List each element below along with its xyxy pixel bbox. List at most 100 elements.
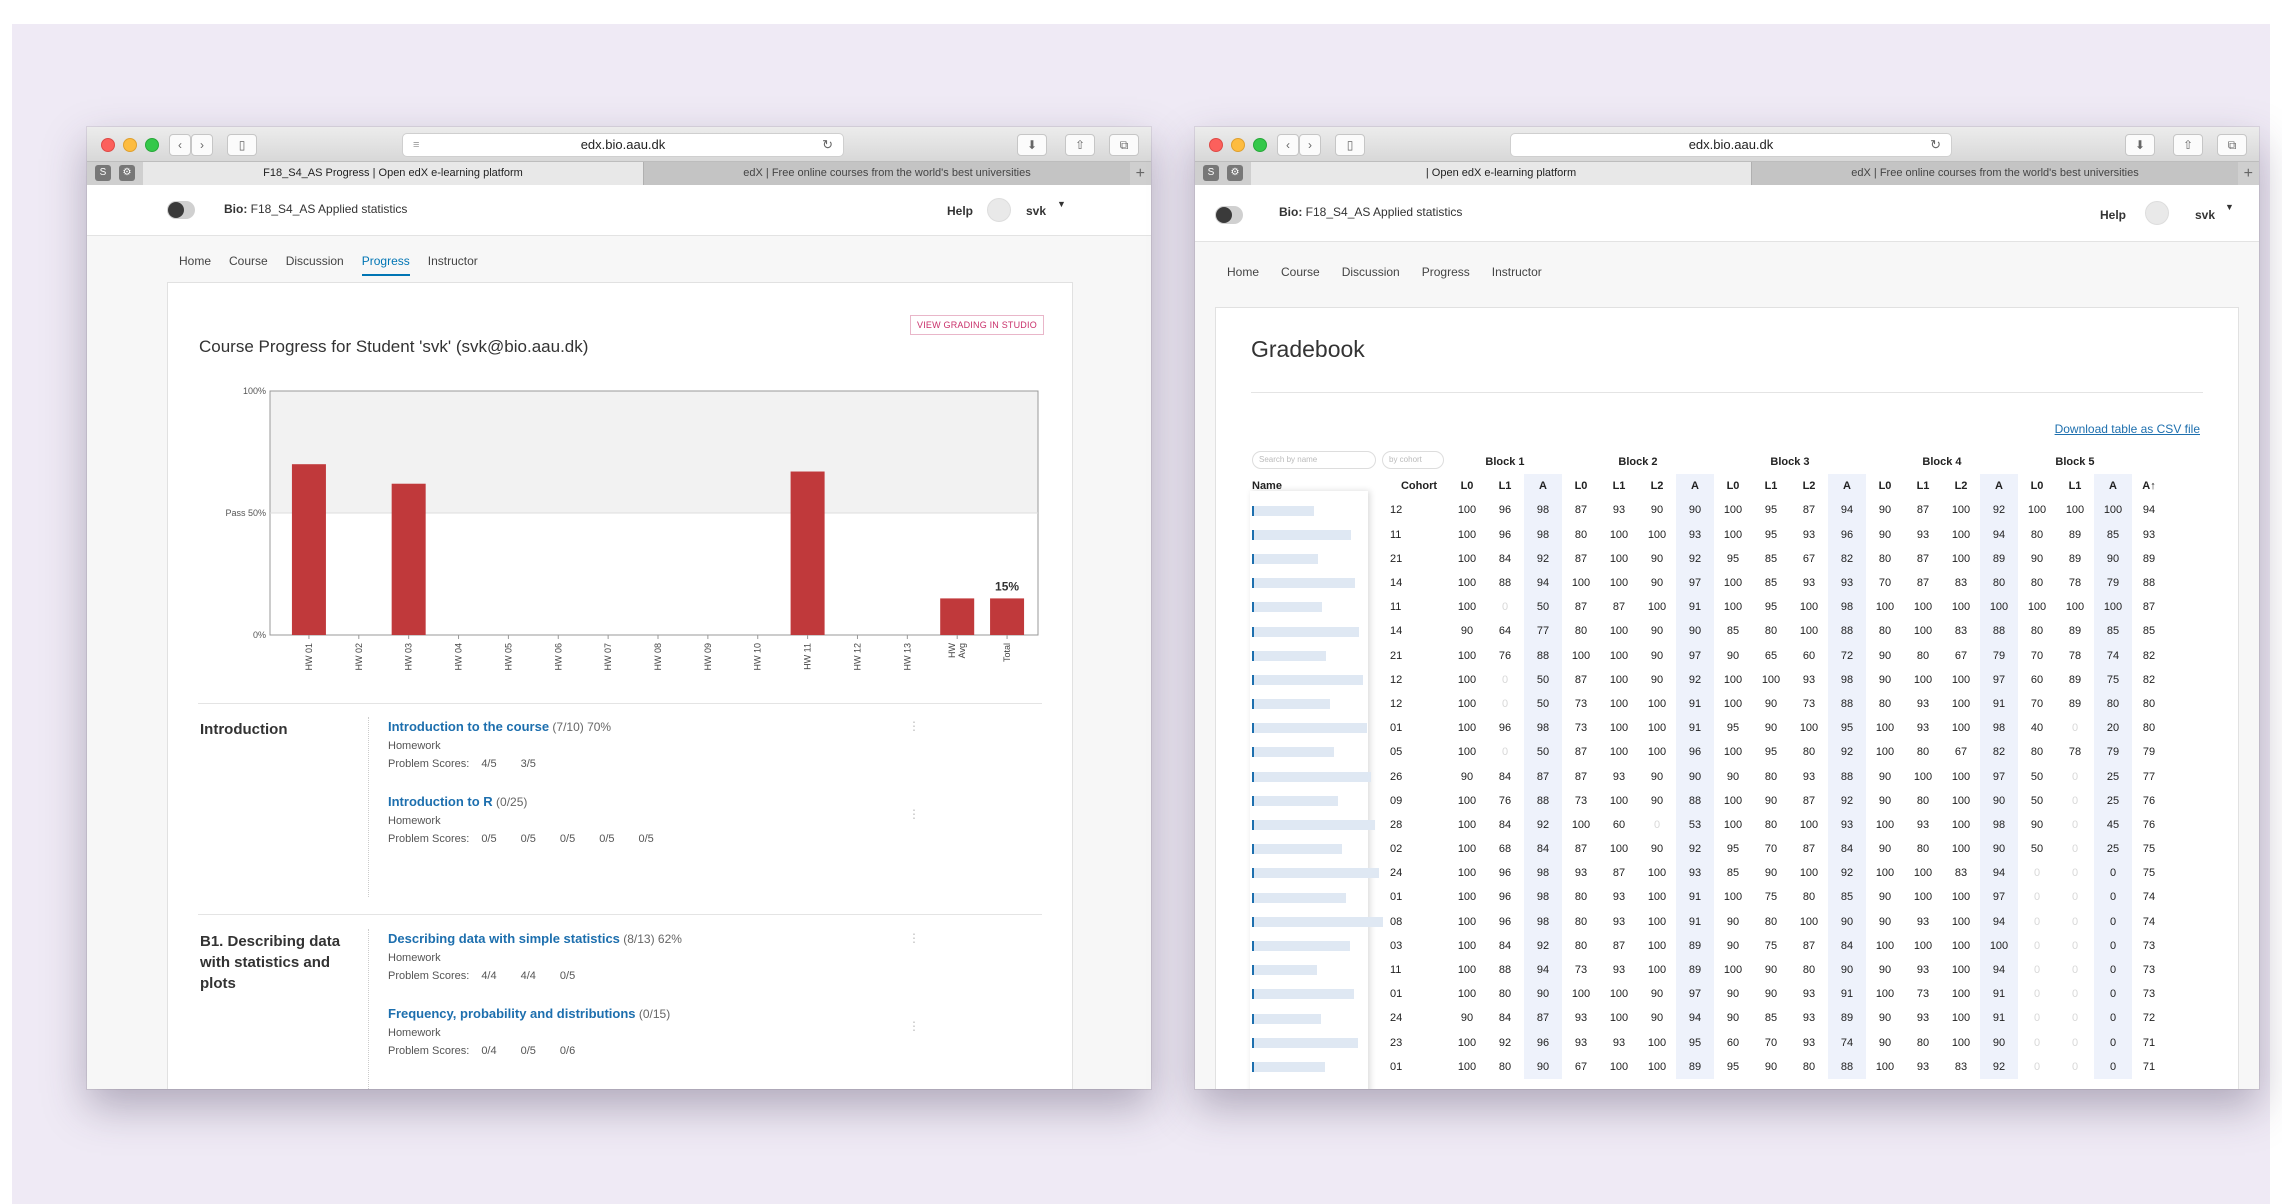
redacted-name[interactable] [1252, 989, 1354, 1000]
download-icon[interactable]: ⬇ [2125, 134, 2155, 156]
column-header[interactable]: A↑ [2132, 474, 2166, 498]
column-header[interactable]: L2 [1790, 474, 1828, 498]
column-header[interactable]: L2 [1638, 474, 1676, 498]
sidebar-icon[interactable]: ▯ [227, 134, 257, 156]
student-name-cell[interactable] [1252, 716, 1390, 740]
student-name-cell[interactable] [1252, 934, 1390, 958]
student-name-cell[interactable] [1252, 692, 1390, 716]
student-name-cell[interactable] [1252, 910, 1390, 934]
browser-tab-active[interactable]: F18_S4_AS Progress | Open edX e-learning… [143, 162, 643, 185]
back-icon[interactable]: ‹ [169, 134, 191, 156]
new-tab-icon[interactable]: + [1136, 162, 1145, 185]
column-header[interactable]: L0 [1866, 474, 1904, 498]
redacted-name[interactable] [1252, 868, 1379, 879]
column-header[interactable]: Name [1252, 474, 1390, 498]
share-icon[interactable]: ⇧ [1065, 134, 1095, 156]
student-name-cell[interactable] [1252, 813, 1390, 837]
address-bar[interactable]: ≡ edx.bio.aau.dk ↻ [402, 133, 844, 157]
redacted-name[interactable] [1252, 844, 1342, 855]
redacted-name[interactable] [1252, 602, 1322, 613]
pinned-tab-icon[interactable]: S [1203, 165, 1219, 181]
redacted-name[interactable] [1252, 1037, 1358, 1048]
redacted-name[interactable] [1252, 1061, 1325, 1072]
reload-icon[interactable]: ↻ [1930, 134, 1941, 156]
column-header[interactable]: L0 [1448, 474, 1486, 498]
redacted-name[interactable] [1252, 699, 1330, 710]
avatar[interactable] [987, 198, 1011, 222]
subsection-link[interactable]: Introduction to the course [388, 719, 549, 734]
column-header[interactable]: A [1980, 474, 2018, 499]
back-icon[interactable]: ‹ [1277, 134, 1299, 156]
column-header[interactable]: L1 [1752, 474, 1790, 498]
reload-icon[interactable]: ↻ [822, 134, 833, 156]
student-name-cell[interactable] [1252, 837, 1390, 861]
tab-progress[interactable]: Progress [1422, 265, 1470, 285]
reader-icon[interactable]: ≡ [413, 134, 419, 156]
forward-icon[interactable]: › [1299, 134, 1321, 156]
view-grading-button[interactable]: VIEW GRADING IN STUDIO [910, 315, 1044, 335]
student-name-cell[interactable] [1252, 982, 1390, 1006]
column-header[interactable]: L1 [2056, 474, 2094, 498]
tab-discussion[interactable]: Discussion [286, 254, 344, 276]
redacted-name[interactable] [1252, 650, 1326, 661]
pinned-tab-icon[interactable]: ⚙ [119, 165, 135, 181]
tab-course[interactable]: Course [229, 254, 268, 276]
tabs-overview-icon[interactable]: ⧉ [2217, 134, 2247, 156]
username[interactable]: svk [2195, 208, 2215, 222]
redacted-name[interactable] [1252, 940, 1350, 951]
pinned-tab-icon[interactable]: S [95, 165, 111, 181]
student-name-cell[interactable] [1252, 1055, 1390, 1079]
username[interactable]: svk [1026, 204, 1046, 218]
column-header[interactable]: A [1828, 474, 1866, 499]
column-header[interactable]: L1 [1486, 474, 1524, 498]
more-icon[interactable]: ⋮ [908, 931, 920, 945]
tab-instructor[interactable]: Instructor [1492, 265, 1542, 285]
student-name-cell[interactable] [1252, 644, 1390, 668]
column-header[interactable]: A [1524, 474, 1562, 499]
redacted-name[interactable] [1252, 626, 1359, 637]
more-icon[interactable]: ⋮ [908, 719, 920, 733]
student-name-cell[interactable] [1252, 1031, 1390, 1055]
help-link[interactable]: Help [2100, 208, 2126, 222]
student-name-cell[interactable] [1252, 619, 1390, 643]
student-name-cell[interactable] [1252, 668, 1390, 692]
column-header[interactable]: Cohort [1390, 474, 1448, 498]
download-icon[interactable]: ⬇ [1017, 134, 1047, 156]
minimize-window-button[interactable] [1231, 138, 1245, 152]
more-icon[interactable]: ⋮ [908, 807, 920, 821]
redacted-name[interactable] [1252, 747, 1334, 758]
zoom-window-button[interactable] [145, 138, 159, 152]
close-window-button[interactable] [101, 138, 115, 152]
tab-course[interactable]: Course [1281, 265, 1320, 285]
subsection-link[interactable]: Introduction to R [388, 794, 493, 809]
column-header[interactable]: L1 [1904, 474, 1942, 498]
zoom-window-button[interactable] [1253, 138, 1267, 152]
redacted-name[interactable] [1252, 723, 1367, 734]
student-name-cell[interactable] [1252, 740, 1390, 764]
download-csv-link[interactable]: Download table as CSV file [2055, 422, 2200, 436]
redacted-name[interactable] [1252, 916, 1383, 927]
redacted-name[interactable] [1252, 578, 1355, 589]
redacted-name[interactable] [1252, 1013, 1321, 1024]
address-bar[interactable]: edx.bio.aau.dk ↻ [1510, 133, 1952, 157]
tab-instructor[interactable]: Instructor [428, 254, 478, 276]
redacted-name[interactable] [1252, 505, 1314, 516]
tab-progress[interactable]: Progress [361, 254, 410, 276]
sidebar-icon[interactable]: ▯ [1335, 134, 1365, 156]
toggle-icon[interactable] [167, 201, 195, 219]
browser-tab[interactable]: edX | Free online courses from the world… [643, 162, 1130, 185]
tab-home[interactable]: Home [179, 254, 211, 276]
redacted-name[interactable] [1252, 820, 1375, 830]
share-icon[interactable]: ⇧ [2173, 134, 2203, 156]
student-name-cell[interactable] [1252, 1006, 1390, 1030]
redacted-name[interactable] [1252, 553, 1318, 564]
column-header[interactable]: L0 [2018, 474, 2056, 498]
redacted-name[interactable] [1252, 795, 1338, 806]
browser-tab[interactable]: edX | Free online courses from the world… [1751, 162, 2238, 185]
student-name-cell[interactable] [1252, 498, 1390, 522]
help-link[interactable]: Help [947, 204, 973, 218]
minimize-window-button[interactable] [123, 138, 137, 152]
student-name-cell[interactable] [1252, 861, 1390, 885]
column-header[interactable]: A [1676, 474, 1714, 499]
column-header[interactable]: L2 [1942, 474, 1980, 498]
